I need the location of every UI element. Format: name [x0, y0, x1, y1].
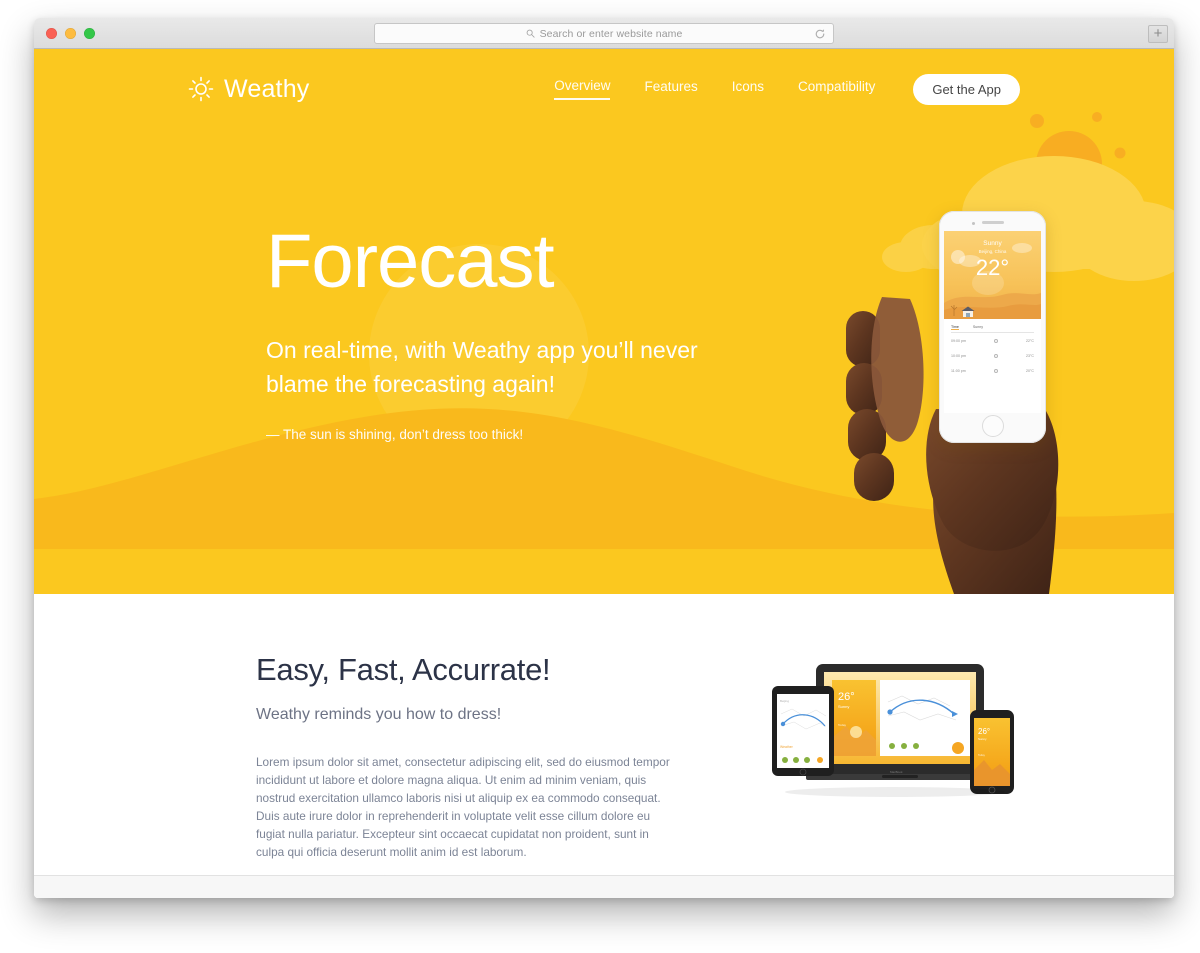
maximize-window-button[interactable] [84, 28, 95, 39]
hero-content: Forecast On real-time, with Weathy app y… [34, 129, 1174, 443]
search-icon [526, 29, 535, 38]
hero-note: — The sun is shining, don’t dress too th… [266, 427, 524, 443]
get-the-app-button[interactable]: Get the App [913, 73, 1020, 105]
browser-footer-strip [34, 875, 1174, 898]
laptop-device: 26° Sunny Today MacBook [806, 664, 994, 780]
nav-item-compatibility[interactable]: Compatibility [798, 79, 875, 99]
svg-text:Today: Today [978, 753, 986, 757]
hero-section: Weathy Overview Features Icons Compatibi… [34, 49, 1174, 594]
close-window-button[interactable] [46, 28, 57, 39]
address-bar[interactable]: Search or enter website name [374, 23, 834, 44]
features-text-column: Easy, Fast, Accurrate! Weathy reminds yo… [256, 652, 675, 862]
nav-links: Overview Features Icons Compatibility Ge… [554, 73, 1020, 105]
devices-illustration: 26° Sunny Today MacBook Beijing Weather … [772, 664, 1014, 797]
browser-window: Search or enter website name + Weathy Ov… [34, 18, 1174, 898]
reload-icon[interactable] [814, 28, 826, 40]
features-title: Easy, Fast, Accurrate! [256, 652, 551, 687]
svg-text:Sunny: Sunny [978, 737, 987, 741]
svg-text:Today: Today [838, 723, 847, 727]
nav-item-overview[interactable]: Overview [554, 78, 611, 100]
svg-text:MacBook: MacBook [890, 770, 903, 774]
sun-icon [188, 76, 214, 102]
hero-subtitle: On real-time, with Weathy app you’ll nev… [266, 337, 698, 397]
nav-item-features[interactable]: Features [644, 79, 697, 99]
phone-device-small: 26° Sunny Today [970, 710, 1014, 794]
site-navbar: Weathy Overview Features Icons Compatibi… [34, 49, 1174, 129]
features-body: Lorem ipsum dolor sit amet, consectetur … [256, 755, 670, 859]
svg-text:Beijing: Beijing [780, 699, 789, 703]
features-subtitle: Weathy reminds you how to dress! [256, 706, 502, 723]
svg-text:26°: 26° [838, 691, 855, 703]
new-tab-button[interactable]: + [1148, 25, 1168, 43]
svg-text:Sunny: Sunny [838, 704, 849, 709]
hero-title: Forecast [266, 219, 555, 304]
svg-text:26°: 26° [978, 727, 990, 736]
nav-item-icons[interactable]: Icons [732, 79, 764, 99]
brand-logo[interactable]: Weathy [188, 75, 310, 104]
address-bar-content: Search or enter website name [526, 28, 683, 40]
address-input-placeholder[interactable]: Search or enter website name [540, 28, 683, 40]
minimize-window-button[interactable] [65, 28, 76, 39]
page-viewport: Weathy Overview Features Icons Compatibi… [34, 49, 1174, 898]
features-inner: Easy, Fast, Accurrate! Weathy reminds yo… [34, 652, 1174, 862]
svg-text:Weather: Weather [780, 745, 794, 749]
browser-titlebar: Search or enter website name + [34, 18, 1174, 49]
features-section: Easy, Fast, Accurrate! Weathy reminds yo… [34, 594, 1174, 898]
window-traffic-lights [46, 28, 95, 39]
tablet-device: Beijing Weather [772, 686, 834, 776]
devices-mockup: 26° Sunny Today MacBook Beijing Weather … [770, 658, 1020, 798]
brand-name: Weathy [224, 74, 310, 103]
